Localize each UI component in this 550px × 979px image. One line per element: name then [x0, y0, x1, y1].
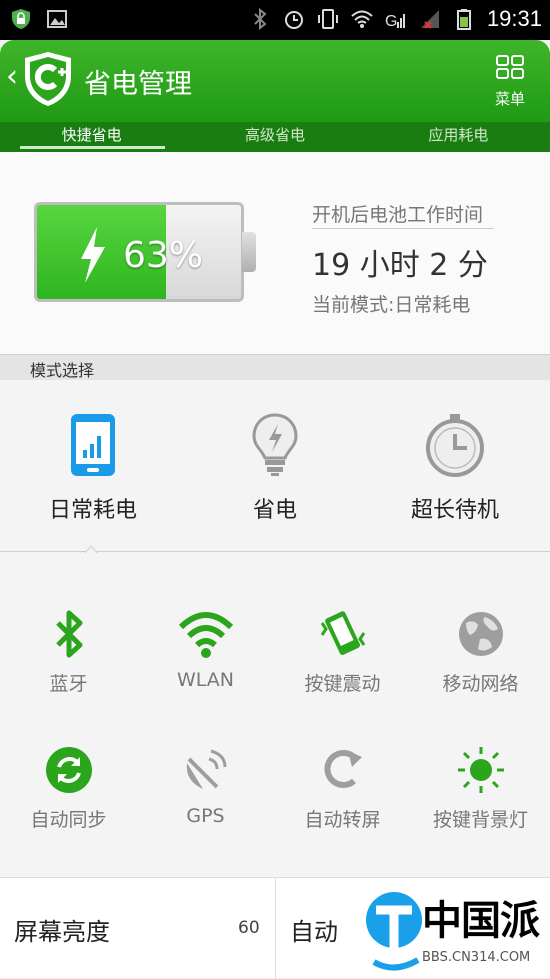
toggle-grid: 蓝牙 WLAN 按键震动 移动网络 自动同步 GPS 自动转屏 按键背景灯 [0, 553, 550, 877]
uptime-value: 19 小时 2 分 [312, 248, 488, 283]
watermark: 中国派 BBS.CN314.COM [360, 880, 550, 978]
mode-selector: 日常耗电 省电 超长待机 [0, 380, 550, 552]
clock: 19:31 [486, 6, 542, 31]
toggle-mobile-network[interactable]: 移动网络 [412, 609, 549, 696]
current-mode: 当前模式:日常耗电 [312, 294, 471, 316]
battery-panel: 63% 开机后电池工作时间 19 小时 2 分 当前模式:日常耗电 [0, 152, 550, 354]
wifi-icon [351, 10, 373, 28]
uptime-label: 开机后电池工作时间 [312, 204, 484, 226]
sun-icon [457, 747, 504, 793]
section-header: 模式选择 [0, 354, 550, 380]
bulb-icon [252, 413, 298, 476]
auto-brightness-label[interactable]: 自动 [290, 912, 338, 947]
toggle-auto-rotate[interactable]: 自动转屏 [274, 745, 411, 832]
watermark-logo-icon [366, 892, 422, 971]
toggle-auto-sync[interactable]: 自动同步 [0, 745, 137, 832]
globe-icon [458, 612, 503, 656]
toggle-key-backlight[interactable]: 按键背景灯 [412, 745, 549, 832]
vibrate-icon [320, 611, 365, 655]
status-bar: G 19:31 [0, 0, 550, 40]
divider [312, 228, 494, 229]
tab-advanced-save[interactable]: 高级省电 [183, 122, 366, 152]
toggle-wlan[interactable]: WLAN [137, 609, 274, 691]
battery-graphic: 63% [34, 202, 256, 302]
page-title: 省电管理 [84, 69, 192, 100]
mode-daily[interactable]: 日常耗电 [8, 412, 178, 524]
battery-percent: 63% [123, 235, 204, 276]
alarm-icon [284, 11, 303, 29]
shield-lock-icon [12, 9, 30, 29]
watermark-url: BBS.CN314.COM [422, 950, 531, 965]
grid-icon [496, 55, 524, 79]
toggle-label: WLAN [176, 669, 235, 691]
battery-cap [242, 232, 256, 272]
toggle-gps[interactable]: GPS [137, 745, 274, 827]
bluetooth-icon [254, 8, 267, 30]
toggle-label: 按键震动 [304, 673, 381, 695]
back-arrow-icon[interactable]: ‹ [6, 62, 18, 92]
toggle-key-vibration[interactable]: 按键震动 [274, 609, 411, 696]
app-bar: ‹ 省电管理 菜单 [0, 40, 550, 122]
toggle-label: GPS [186, 805, 225, 827]
mode-label: 省电 [252, 498, 297, 523]
mode-label: 日常耗电 [48, 498, 137, 523]
lightning-icon [81, 227, 105, 283]
brightness-label[interactable]: 屏幕亮度 [14, 912, 110, 947]
tab-app-usage[interactable]: 应用耗电 [367, 122, 550, 152]
battery-icon [456, 9, 471, 30]
toggle-label: 移动网络 [442, 673, 519, 695]
mode-long-standby[interactable]: 超长待机 [370, 412, 540, 524]
toggle-label: 自动转屏 [304, 809, 381, 831]
mode-label: 超长待机 [410, 498, 499, 523]
phone-icon [71, 414, 115, 476]
menu-button[interactable]: 菜单 [490, 54, 530, 109]
toggle-label: 蓝牙 [49, 673, 88, 695]
svg-text:G: G [385, 13, 397, 30]
mode-power-save[interactable]: 省电 [190, 412, 360, 524]
satellite-icon [186, 749, 226, 789]
image-icon [47, 10, 67, 28]
brightness-value: 60 [238, 918, 260, 938]
wifi-icon [178, 612, 233, 658]
signal-2-icon [420, 10, 439, 29]
battery-shell: 63% [34, 202, 244, 302]
watermark-text: 中国派 [422, 898, 540, 944]
sync-icon [45, 747, 92, 793]
rotate-icon [323, 749, 362, 788]
divider [275, 878, 276, 979]
tab-quick-save[interactable]: 快捷省电 [0, 122, 183, 152]
signal-icon: G [385, 13, 405, 30]
toggle-bluetooth[interactable]: 蓝牙 [0, 609, 137, 696]
app-logo [25, 52, 71, 106]
vibrate-icon [317, 9, 338, 29]
toggle-label: 按键背景灯 [432, 809, 528, 831]
section-title: 模式选择 [30, 361, 95, 380]
menu-label: 菜单 [494, 90, 525, 108]
clock-icon [426, 414, 484, 477]
tab-bar: 快捷省电 高级省电 应用耗电 [0, 122, 550, 152]
toggle-label: 自动同步 [30, 809, 107, 831]
bluetooth-icon [55, 610, 82, 658]
